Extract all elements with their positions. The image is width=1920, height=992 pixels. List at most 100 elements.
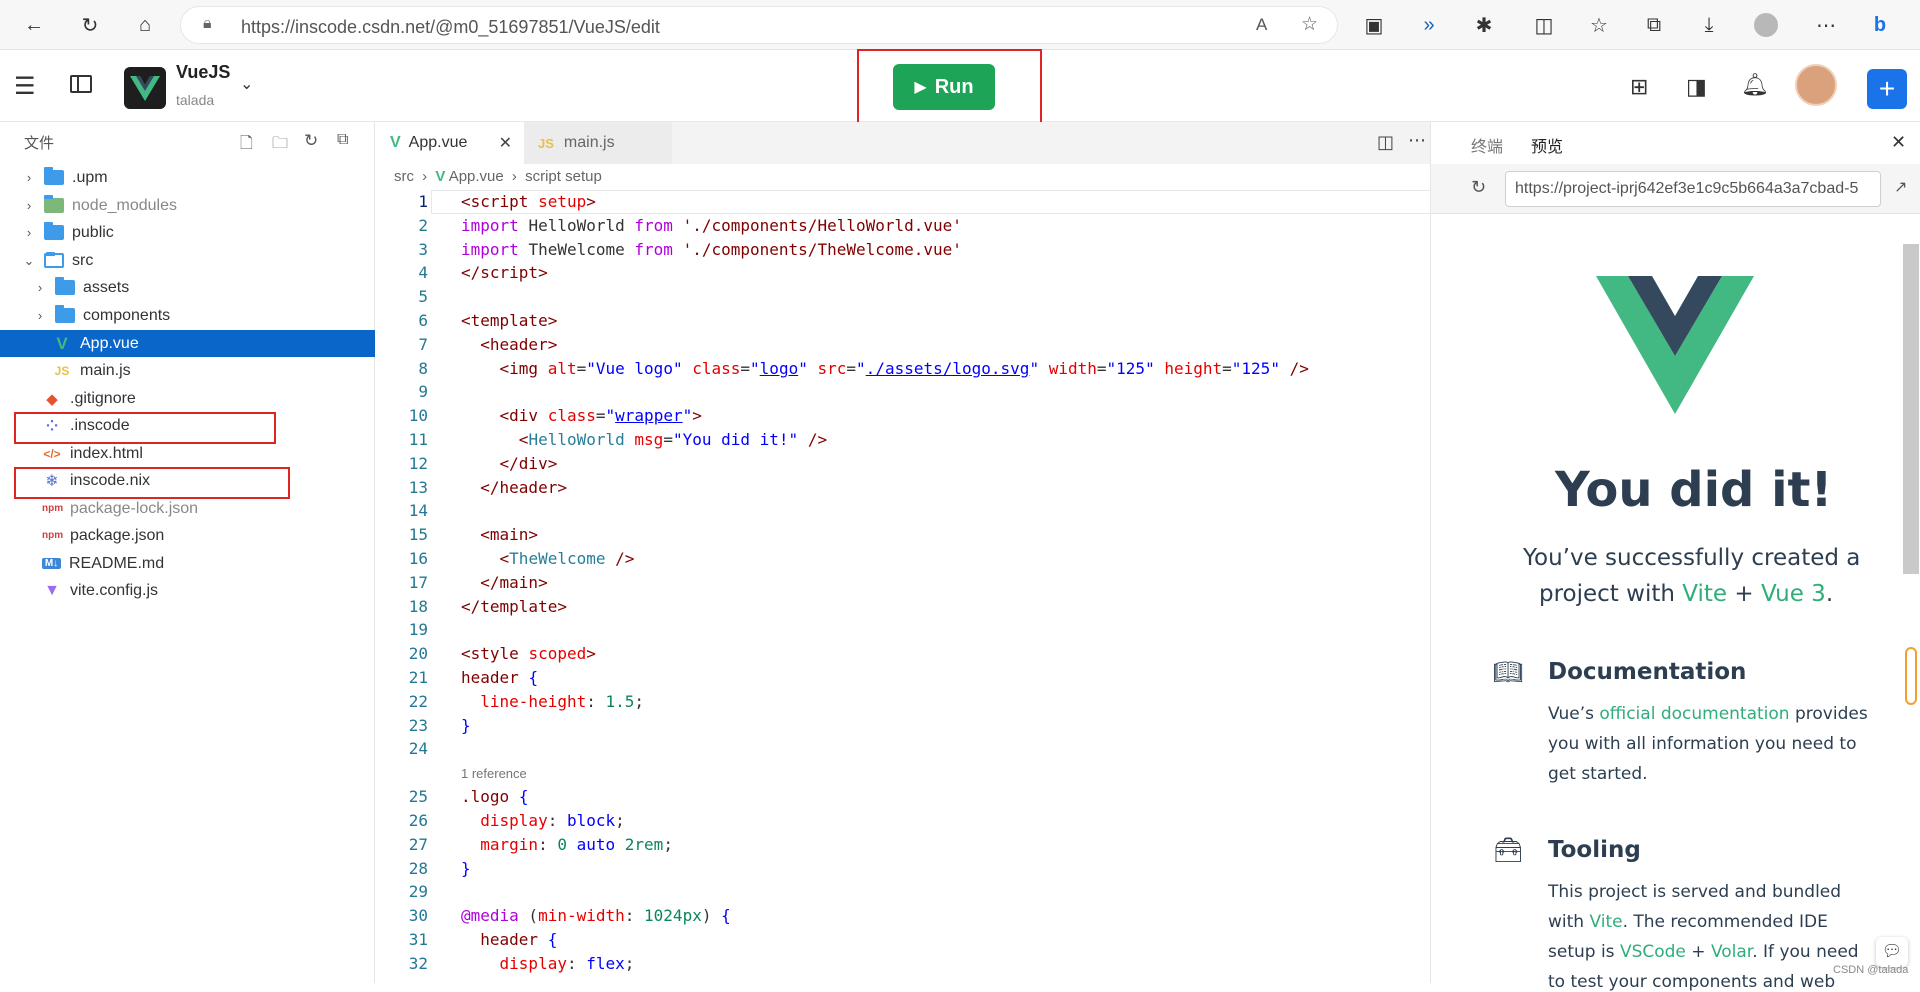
collapse-all-icon[interactable]: ⧉ [337,131,348,149]
volar-link[interactable]: Volar [1711,942,1752,962]
chevron-right-icon: › [26,170,32,185]
codelens-reference[interactable]: 1 reference [461,766,527,781]
tree-item-upm[interactable]: › .upm [0,164,375,191]
favorites-icon[interactable]: ☆ [1585,11,1613,39]
line-number: 8 [418,359,428,378]
more-options-icon[interactable]: ⋯ [1812,11,1840,39]
breadcrumb: src › V App.vue › script setup [394,168,602,185]
line-number: 22 [408,692,428,711]
subtitle-line-1: You’ve successfully created a [1523,545,1861,571]
tab-main-js[interactable]: JS main.js [524,122,672,164]
code-line: display: flex; [499,954,635,973]
code-line: <HelloWorld msg="You did it!" /> [518,430,828,449]
preview-scrollbar[interactable] [1903,244,1919,574]
tree-item-vite-config[interactable]: ▼ vite.config.js [0,577,375,604]
new-folder-icon[interactable]: 🗀︎ [272,132,288,159]
vite-icon: ▼ [44,581,60,599]
code-editor[interactable]: 1 2 3 4 5 6 7 8 9 10 11 12 13 14 15 16 1… [376,190,1446,983]
official-docs-link[interactable]: official documentation [1599,704,1789,724]
extension-glasses-icon[interactable]: ▣ [1360,11,1388,39]
extensions-puzzle-icon[interactable]: ✱ [1470,11,1498,39]
profile-icon[interactable] [1752,11,1780,39]
layout-icon[interactable]: ◨ [1686,74,1707,100]
bing-icon[interactable]: b [1866,11,1894,39]
grid-icon[interactable]: ⊞ [1630,74,1648,100]
project-name: VueJS [176,62,231,82]
line-number: 19 [408,620,428,639]
code-line: <style scoped> [461,644,596,663]
html-file-icon: </> [43,446,61,461]
chevron-right-icon: › [26,198,32,213]
close-tab-icon[interactable]: ✕ [499,133,512,153]
line-number: 24 [408,739,428,758]
split-editor-icon[interactable]: ◫ [1377,132,1394,153]
sidebar-toggle-icon[interactable] [70,75,92,93]
tab-terminal[interactable]: 终端 [1471,133,1503,157]
new-file-icon[interactable]: 🗋︎ [240,132,253,159]
reload-icon[interactable]: ↻ [1471,177,1486,198]
tree-item-main-js[interactable]: JS main.js [0,357,375,384]
vscode-link[interactable]: VSCode [1620,942,1686,962]
refresh-icon[interactable]: ↻ [304,131,318,151]
chevron-down-icon[interactable]: ⌄ [240,74,253,94]
chevron-right-icon: › [26,225,32,240]
read-aloud-icon[interactable]: A [1256,15,1267,35]
tree-item-package-lock[interactable]: npm package-lock.json [0,495,375,522]
open-external-icon[interactable]: ↗ [1894,177,1907,197]
git-icon: ◆ [46,390,58,408]
line-number: 4 [418,263,428,282]
markdown-icon: M↓ [42,558,61,569]
book-icon: 📖︎ [1493,659,1524,686]
tree-item-node-modules[interactable]: › node_modules [0,192,375,219]
close-panel-icon[interactable]: ✕ [1891,132,1906,153]
preview-panel: 终端 预览 ✕ ↻ https://project-iprj642ef3e1c9… [1430,122,1920,992]
back-arrow-icon[interactable]: ← [20,11,48,39]
menu-icon[interactable]: ☰ [14,72,36,101]
favorite-add-icon[interactable]: ☆ [1301,13,1318,36]
lock-icon: 🔒︎ [203,15,212,32]
collections-icon[interactable]: ⧉ [1640,11,1668,39]
add-button[interactable]: + [1867,69,1907,109]
split-screen-icon[interactable]: ◫ [1530,11,1558,39]
browser-toolbar: ← ↻ ⌂ 🔒︎ https://inscode.csdn.net/@m0_51… [0,0,1920,50]
avatar[interactable] [1795,64,1837,106]
tree-item-readme[interactable]: M↓ README.md [0,550,375,577]
preview-url-bar: ↻ https://project-iprj642ef3e1c9c5b664a3… [1431,164,1920,214]
line-number: 13 [408,478,428,497]
bell-icon[interactable]: 🔔︎ [1741,72,1769,98]
reload-icon[interactable]: ↻ [76,11,104,39]
code-line: <img alt="Vue logo" class="logo" src="./… [499,359,1309,378]
tree-item-src[interactable]: ⌄ src [0,247,375,274]
address-bar[interactable]: 🔒︎ https://inscode.csdn.net/@m0_51697851… [180,6,1338,44]
tab-preview[interactable]: 预览 [1531,133,1564,167]
code-line: </header> [480,478,567,497]
chat-icon[interactable]: 💬︎ [1876,937,1908,967]
tab-app-vue[interactable]: V App.vue ✕ [376,122,524,164]
tree-item-package-json[interactable]: npm package.json [0,522,375,549]
code-line: margin: 0 auto 2rem; [480,835,673,854]
code-line: .logo { [461,787,529,806]
tree-item-components[interactable]: › components [0,302,375,329]
tree-item-public[interactable]: › public [0,219,375,246]
subtitle-line-2: project with Vite + Vue 3. [1539,581,1834,607]
more-actions-icon[interactable]: ⋯ [1408,130,1426,151]
extension-arrows-icon[interactable]: » [1415,11,1443,39]
tree-item-app-vue[interactable]: V App.vue [0,330,375,357]
toolbox-icon: 🧰︎ [1493,837,1524,864]
file-explorer: 文件 🗋︎ 🗀︎ ↻ ⧉ › .upm › node_modules › public… [0,122,375,983]
vue3-link[interactable]: Vue 3 [1761,581,1826,607]
home-icon[interactable]: ⌂ [131,11,159,39]
line-number: 28 [408,859,428,878]
code-line: <template> [461,311,558,330]
line-number: 12 [408,454,428,473]
line-number: 26 [408,811,428,830]
preview-url-input[interactable]: https://project-iprj642ef3e1c9c5b664a3a7… [1505,171,1881,207]
vite-link-2[interactable]: Vite [1589,912,1622,932]
tree-item-gitignore[interactable]: ◆ .gitignore [0,385,375,412]
tree-item-assets[interactable]: › assets [0,274,375,301]
code-line: <script setup> [461,192,596,211]
downloads-icon[interactable]: ⤓ [1695,11,1723,39]
vite-link[interactable]: Vite [1682,581,1727,607]
tree-item-index-html[interactable]: </> index.html [0,440,375,467]
js-file-icon: JS [54,363,70,378]
